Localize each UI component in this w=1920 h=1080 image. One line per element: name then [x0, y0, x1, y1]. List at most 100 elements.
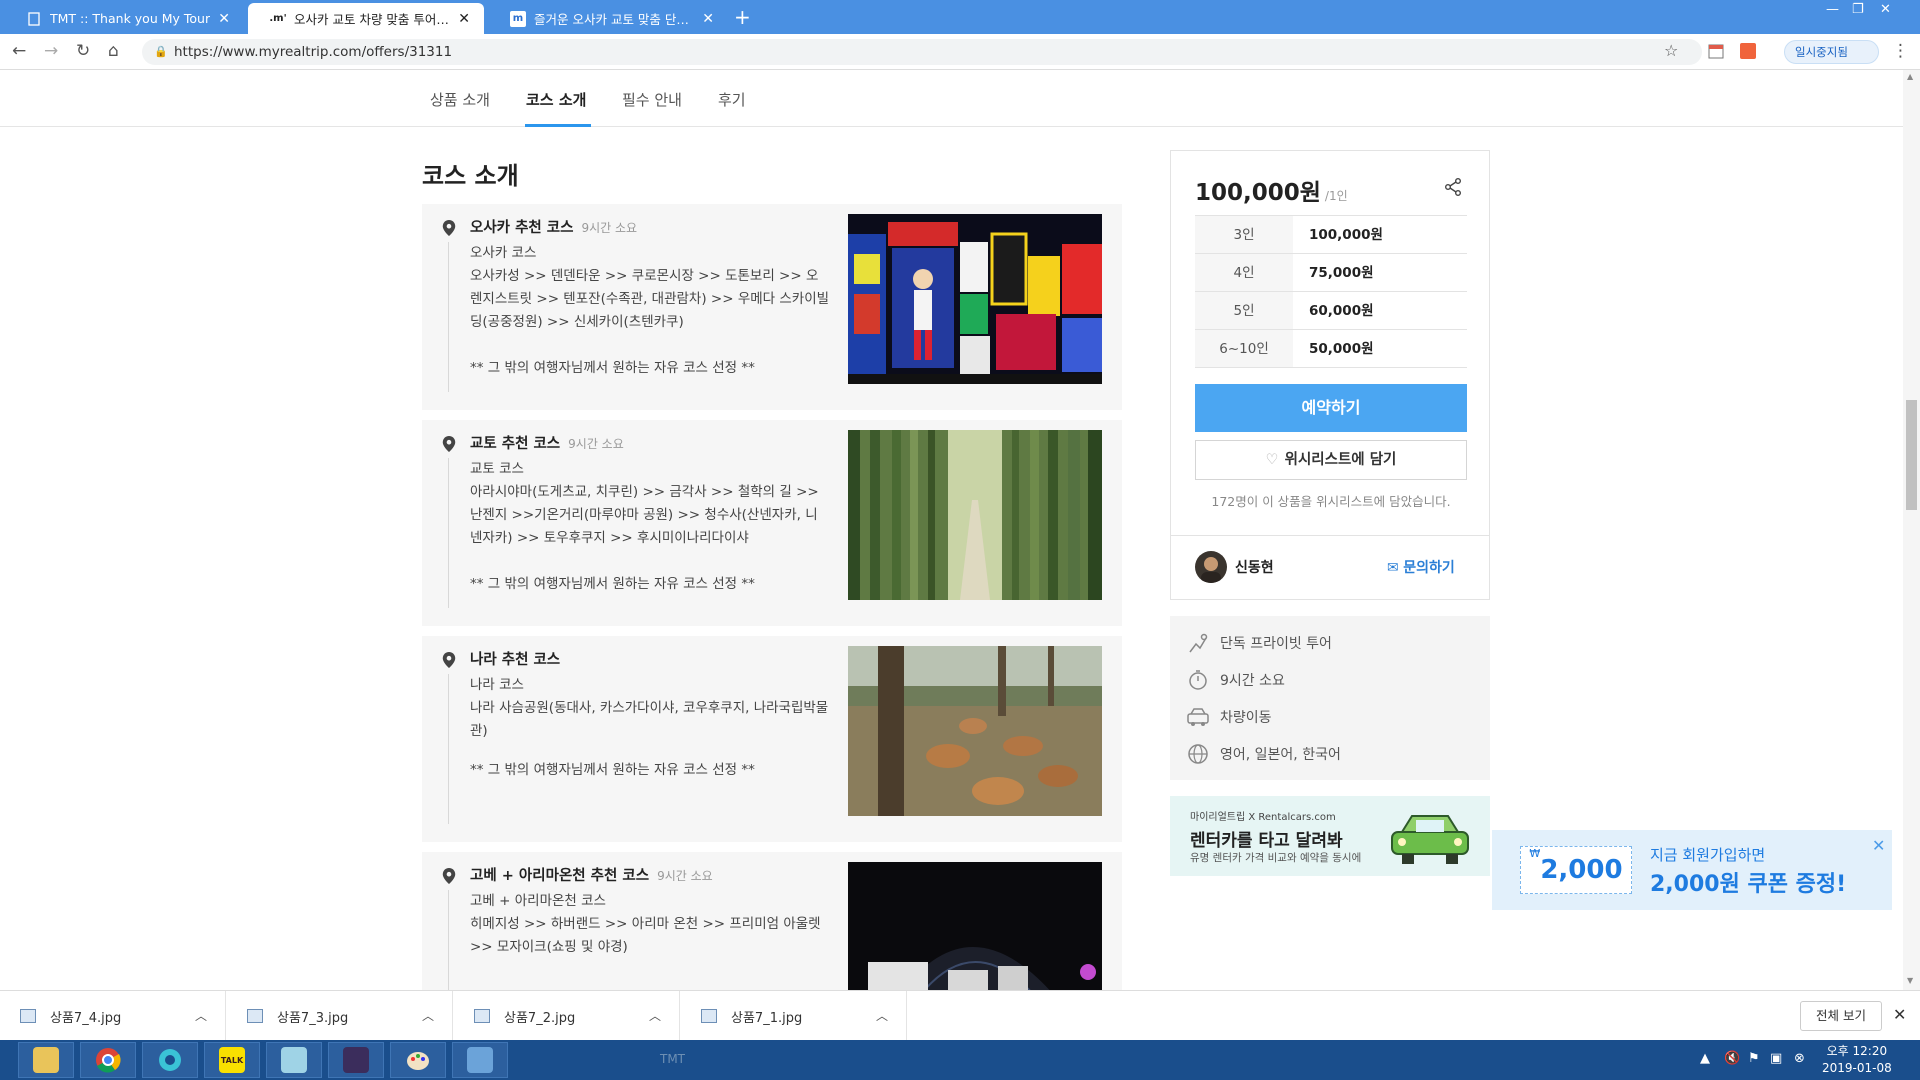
- minimize-icon[interactable]: —: [1826, 2, 1839, 17]
- paint-icon[interactable]: [390, 1042, 446, 1078]
- image-file-icon: [247, 1009, 263, 1023]
- tab-title: TMT :: Thank you My Tour: [50, 11, 211, 26]
- notes-app-icon[interactable]: [266, 1042, 322, 1078]
- course-card: 나라 추천 코스 나라 코스 나라 사슴공원(동대사, 카스가다이샤, 코우후쿠…: [422, 636, 1122, 842]
- download-filename: 상품7_3.jpg: [277, 1010, 349, 1026]
- scroll-thumb[interactable]: [1906, 400, 1917, 510]
- course-title-text: 고베 + 아리마온천 추천 코스: [470, 868, 650, 884]
- subnav-course-intro[interactable]: 코스 소개: [526, 89, 586, 110]
- inquire-link[interactable]: ✉ 문의하기: [1387, 557, 1455, 577]
- reload-icon[interactable]: ↻: [76, 41, 90, 61]
- course-title: 고베 + 아리마온천 추천 코스 9시간 소요: [470, 864, 713, 885]
- course-route: 오사카성 >> 덴덴타운 >> 쿠로몬시장 >> 도톤보리 >> 오렌지스트릿 …: [470, 268, 830, 330]
- forward-icon[interactable]: →: [44, 41, 58, 61]
- share-icon[interactable]: [1443, 177, 1463, 197]
- download-filename: 상품7_2.jpg: [504, 1010, 576, 1026]
- price-per-person: /1인: [1324, 189, 1348, 203]
- course-body: 고베 + 아리마온천 코스 히메지성 >> 하버랜드 >> 아리마 온천 >> …: [470, 890, 830, 959]
- tour-info-box: 단독 프라이빗 투어 9시간 소요 차량이동 영어, 일본어, 한국어: [1170, 616, 1490, 780]
- home-icon[interactable]: ⌂: [108, 41, 119, 61]
- car-icon: [1187, 708, 1209, 726]
- show-all-downloads-button[interactable]: 전체 보기: [1800, 1001, 1882, 1031]
- price-amount: 100,000원: [1195, 180, 1321, 206]
- mail-icon: ✉: [1387, 560, 1404, 576]
- coupon-popup[interactable]: ₩2,000 지금 회원가입하면 2,000원 쿠폰 증정! ✕: [1492, 830, 1892, 910]
- bookmark-star-icon[interactable]: ☆: [1664, 41, 1678, 60]
- rss-extension-icon[interactable]: [1740, 43, 1756, 64]
- scroll-up-icon[interactable]: ▲: [1907, 72, 1913, 81]
- course-card: 교토 추천 코스 9시간 소요 교토 코스 아라시야마(도게츠교, 치쿠린) >>…: [422, 420, 1122, 626]
- timeline-line: [448, 458, 449, 608]
- tab-close-icon[interactable]: ✕: [218, 11, 230, 27]
- menu-icon[interactable]: ⋮: [1892, 41, 1909, 61]
- pause-sync-button[interactable]: 일시중지됨: [1784, 40, 1879, 64]
- close-circle-icon[interactable]: ⊗: [1794, 1051, 1805, 1066]
- download-item[interactable]: 상품7_3.jpg ︿: [227, 991, 453, 1041]
- download-item[interactable]: 상품7_2.jpg ︿: [454, 991, 680, 1041]
- close-downloads-icon[interactable]: ✕: [1893, 1005, 1906, 1024]
- download-item[interactable]: 상품7_1.jpg ︿: [681, 991, 907, 1041]
- rentcar-banner[interactable]: 마이리얼트립 X Rentalcars.com 렌터카를 타고 달려봐 유명 렌…: [1170, 796, 1490, 876]
- chevron-up-icon[interactable]: ︿: [195, 1007, 207, 1024]
- tab-close-icon[interactable]: ✕: [458, 11, 470, 27]
- subnav-reviews[interactable]: 후기: [718, 89, 746, 110]
- banner-headline: 렌터카를 타고 달려봐: [1190, 831, 1343, 851]
- price-row: 5인 60,000원: [1195, 292, 1467, 330]
- restore-icon[interactable]: ❐: [1852, 2, 1864, 17]
- volume-muted-icon[interactable]: 🔇: [1724, 1051, 1740, 1066]
- kyoto-bamboo-photo: [848, 430, 1102, 600]
- book-button[interactable]: 예약하기: [1195, 384, 1467, 432]
- remote-desktop-icon[interactable]: [452, 1042, 508, 1078]
- tab-close-icon[interactable]: ✕: [702, 11, 714, 27]
- coupon-close-icon[interactable]: ✕: [1872, 836, 1885, 855]
- map-pin-icon: [442, 868, 456, 884]
- timeline-line: [448, 242, 449, 392]
- tab-osaka-kyoto-tour[interactable]: .m' 오사카 교토 차량 맞춤 투어 :: 여 ✕: [248, 3, 484, 34]
- close-window-icon[interactable]: ✕: [1880, 2, 1891, 17]
- subnav-product-intro[interactable]: 상품 소개: [430, 89, 490, 110]
- kakaotalk-icon[interactable]: TALK: [204, 1042, 260, 1078]
- nara-deer-photo: [848, 646, 1102, 816]
- group-price: 60,000원: [1309, 303, 1374, 319]
- course-duration: 9시간 소요: [581, 221, 638, 235]
- guide-name[interactable]: 신동현: [1235, 557, 1274, 577]
- chevron-up-icon[interactable]: ︿: [876, 1007, 888, 1024]
- coupon-amount: 2,000: [1540, 855, 1623, 885]
- calendar-extension-icon[interactable]: [1708, 43, 1724, 64]
- group-size: 5인: [1195, 292, 1293, 329]
- chevron-up-icon[interactable]: ︿: [649, 1007, 661, 1024]
- tab-tmt[interactable]: TMT :: Thank you My Tour ✕: [4, 3, 244, 34]
- map-pin-icon: [442, 652, 456, 668]
- back-icon[interactable]: ←: [12, 41, 26, 61]
- new-tab-button[interactable]: +: [734, 5, 751, 29]
- system-clock[interactable]: 오후 12:20 2019-01-08: [1822, 1043, 1892, 1077]
- subnav-essential-info[interactable]: 필수 안내: [622, 89, 682, 110]
- guide-avatar[interactable]: [1195, 551, 1227, 583]
- course-note: ** 그 밖의 여행자님께서 원하는 자유 코스 선정 **: [470, 576, 755, 592]
- file-explorer-icon[interactable]: [18, 1042, 74, 1078]
- page-scrollbar[interactable]: ▲ ▼: [1903, 70, 1920, 990]
- notification-flag-icon[interactable]: ⚑: [1748, 1051, 1760, 1066]
- tab-private-tour[interactable]: m 즐거운 오사카 교토 맞춤 단독투 ✕: [488, 3, 728, 34]
- group-price: 75,000원: [1309, 265, 1374, 281]
- group-price: 100,000원: [1309, 227, 1383, 243]
- url-text: https://www.myrealtrip.com/offers/31311: [174, 44, 453, 60]
- tray-expand-icon[interactable]: ▲: [1700, 1051, 1710, 1066]
- windows-taskbar: TALK TMT ▲ 🔇 ⚑ ▣ ⊗ 오후 12:20 2019-01-08: [0, 1040, 1920, 1080]
- scroll-down-icon[interactable]: ▼: [1907, 976, 1913, 985]
- network-icon[interactable]: ▣: [1770, 1051, 1782, 1066]
- url-input[interactable]: 🔒 https://www.myrealtrip.com/offers/3131…: [142, 39, 1702, 65]
- java-ee-icon[interactable]: [328, 1042, 384, 1078]
- globe-icon: [1188, 744, 1208, 764]
- chevron-up-icon[interactable]: ︿: [422, 1007, 434, 1024]
- clock-date: 2019-01-08: [1822, 1061, 1892, 1075]
- course-title-text: 나라 추천 코스: [470, 652, 561, 668]
- download-item[interactable]: 상품7_4.jpg ︿: [0, 991, 226, 1041]
- course-title: 오사카 추천 코스 9시간 소요: [470, 216, 637, 237]
- lock-icon: 🔒: [154, 45, 168, 58]
- network-app-icon[interactable]: [142, 1042, 198, 1078]
- map-pin-icon: [442, 436, 456, 452]
- active-tab-underline: [525, 124, 591, 127]
- wishlist-button[interactable]: ♡ 위시리스트에 담기: [1195, 440, 1467, 480]
- chrome-icon[interactable]: [80, 1042, 136, 1078]
